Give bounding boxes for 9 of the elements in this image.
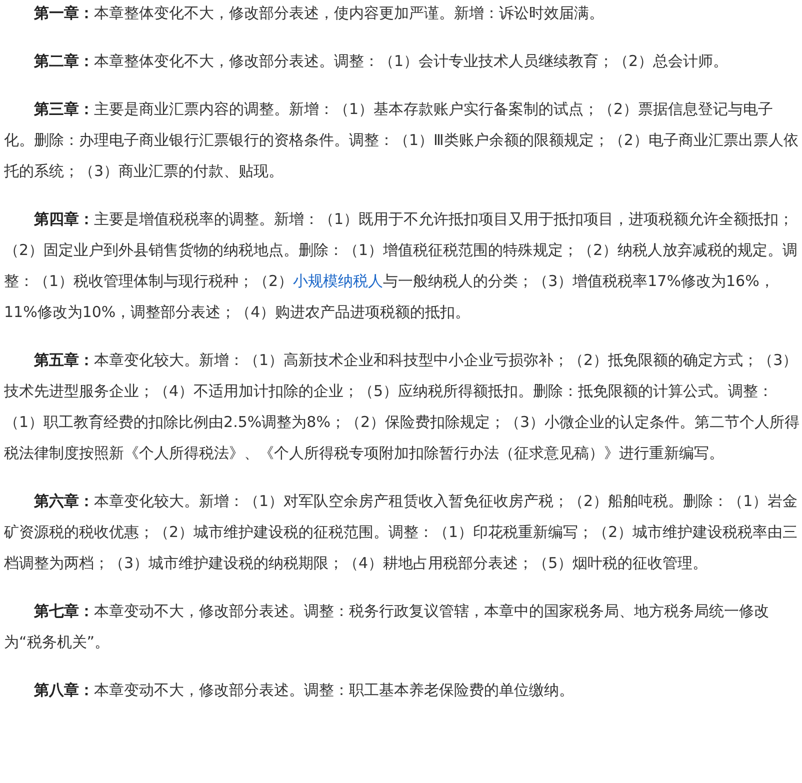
paragraph: 第八章：本章变动不大，修改部分表述。调整：职工基本养老保险费的单位缴纳。 [33,680,575,701]
paragraph: 第七章：本章变动不大，修改部分表述。调整：税务行政复议管辖，本章中的国家税务局、地方税务局统一修改为“税务机关”。 [4,601,770,653]
paragraph: 第六章：本章变化较大。新增：（1）对军队空余房产租赁收入暂免征收房产税；（2）船舶吨税。删除：（1）岩金矿资源税的税收优惠；（2）城市维护建设税的征税范围。调整：（1）印花税重新编写；（2）城市维护建设税税率由三档调整为两档；（3）城市维护建设税的纳税期限；（4）耕地占用税部分表述；（5）烟叶税的征收管理。 [4,491,799,574]
paragraph: 第二章：本章整体变化不大，修改部分表述。调整：（1）会计专业技术人员继续教育；（2）总会计师。 [33,51,730,72]
paragraph: 第三章：主要是商业汇票内容的调整。新增：（1）基本存款账户实行备案制的试点；（2）票据信息登记与电子化。删除：办理电子商业银行汇票银行的资格条件。调整：（1）Ⅲ类账户余额的限额规定；（2）电子商业汇票出票人依托的系统；（3）商业汇票的付款、贴现。 [4,99,800,182]
link[interactable]: 小规模纳税人 [293,272,384,290]
paragraph: 第一章：本章整体变化不大，修改部分表述，使内容更加严谨。新增：诉讼时效届满。 [33,3,605,24]
paragraph: 第五章：本章变化较大。新增：（1）高新技术企业和科技型中小企业亏损弥补；（2）抵免限额的确定方式；（3）技术先进型服务企业；（4）不适用加计扣除的企业；（5）应纳税所得额抵扣。删除：抵免限额的计算公式。调整：（1）职工教育经费的扣除比例由2.5%调整为8%；（2）保险费扣除规定；（3）小微企业的认定条件。第二节个人所得税法律制度按照新《个人所得税法》、《个人所得税专项附加扣除暂行办法（征求意见稿）》进行重新编写。 [4,350,800,464]
paragraph: 第四章：主要是增值税税率的调整。新增：（1）既用于不允许抵扣项目又用于抵扣项目，进项税额允许全额抵扣；（2）固定业户到外县销售货物的纳税地点。删除：（1）增值税征税范围的特殊规定；（2）纳税人放弃减税的规定。调整：（1）税收管理体制与现行税种；（2）小规模纳税人与一般纳税人的分类；（3）增值税税率17%修改为16%，11%修改为10%，调整部分表述；（4）购进农产品进项税额的抵扣。 [4,209,799,323]
